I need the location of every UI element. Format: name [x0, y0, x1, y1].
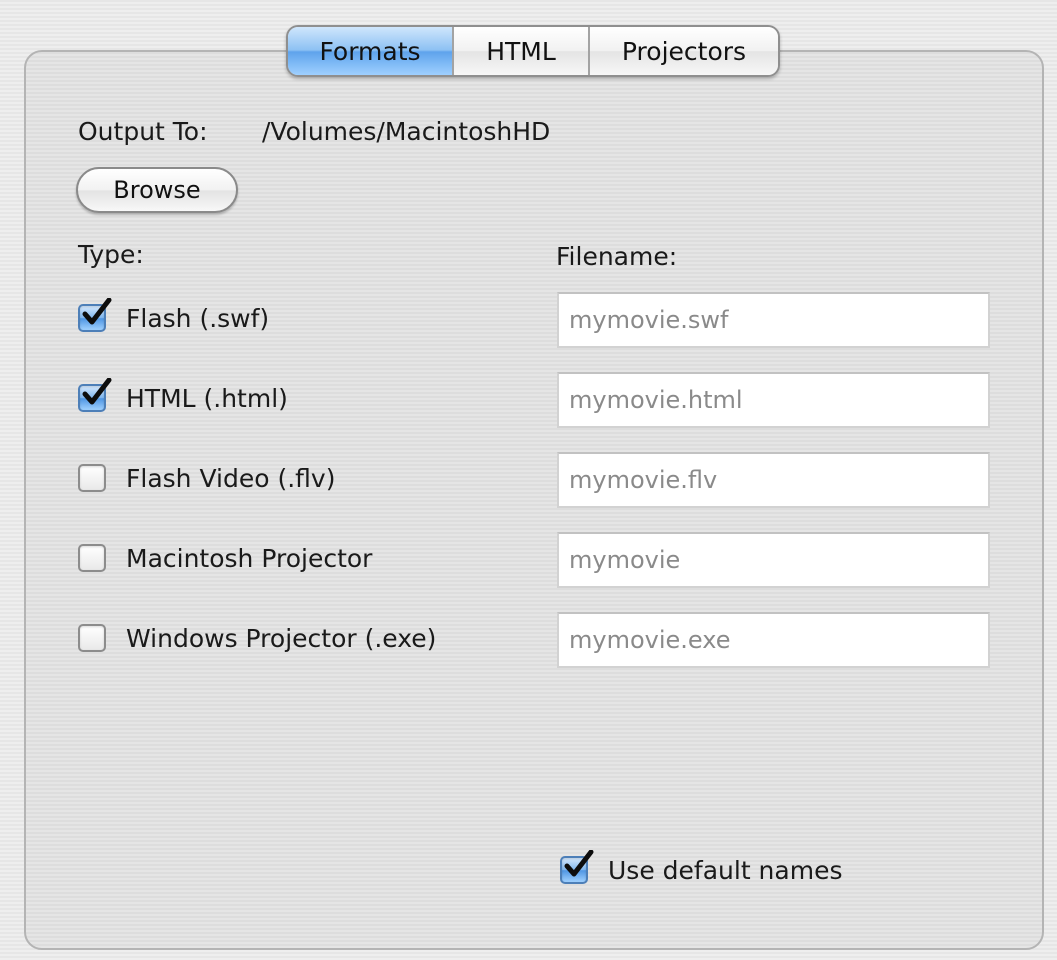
windows-projector-label: Windows Projector (.exe)	[126, 623, 437, 653]
checkmark-icon	[82, 298, 112, 325]
use-default-names-checkbox[interactable]	[560, 850, 594, 884]
format-row-flv: Flash Video (.flv)	[78, 458, 335, 498]
flash-swf-checkbox[interactable]	[78, 298, 112, 332]
use-default-names-row: Use default names	[560, 850, 843, 890]
format-row-mac-projector: Macintosh Projector	[78, 538, 372, 578]
html-checkbox[interactable]	[78, 378, 112, 412]
type-header: Type:	[78, 240, 144, 269]
html-filename-field[interactable]	[557, 372, 990, 428]
format-row-swf: Flash (.swf)	[78, 298, 269, 338]
html-label: HTML (.html)	[126, 383, 288, 413]
use-default-names-label: Use default names	[608, 855, 843, 885]
macintosh-projector-checkbox[interactable]	[78, 544, 106, 572]
flash-video-label: Flash Video (.flv)	[126, 463, 336, 493]
format-row-html: HTML (.html)	[78, 378, 288, 418]
tab-bar: Formats HTML Projectors	[286, 25, 780, 77]
browse-button[interactable]: Browse	[76, 167, 238, 213]
output-to-label: Output To:	[78, 117, 208, 146]
windows-projector-filename-field[interactable]	[557, 612, 990, 668]
flash-swf-filename-field[interactable]	[557, 292, 990, 348]
checkmark-icon	[82, 378, 112, 405]
flash-swf-label: Flash (.swf)	[126, 303, 270, 333]
flash-video-filename-field[interactable]	[557, 452, 990, 508]
checkmark-icon	[564, 850, 594, 877]
tab-html[interactable]: HTML	[452, 27, 588, 75]
macintosh-projector-label: Macintosh Projector	[126, 543, 373, 573]
flash-video-checkbox[interactable]	[78, 464, 106, 492]
macintosh-projector-filename-field[interactable]	[557, 532, 990, 588]
tab-formats[interactable]: Formats	[288, 27, 452, 75]
tab-projectors[interactable]: Projectors	[588, 27, 778, 75]
output-path: /Volumes/MacintoshHD	[262, 117, 551, 146]
windows-projector-checkbox[interactable]	[78, 624, 106, 652]
filename-header: Filename:	[556, 242, 678, 271]
format-row-win-projector: Windows Projector (.exe)	[78, 618, 436, 658]
